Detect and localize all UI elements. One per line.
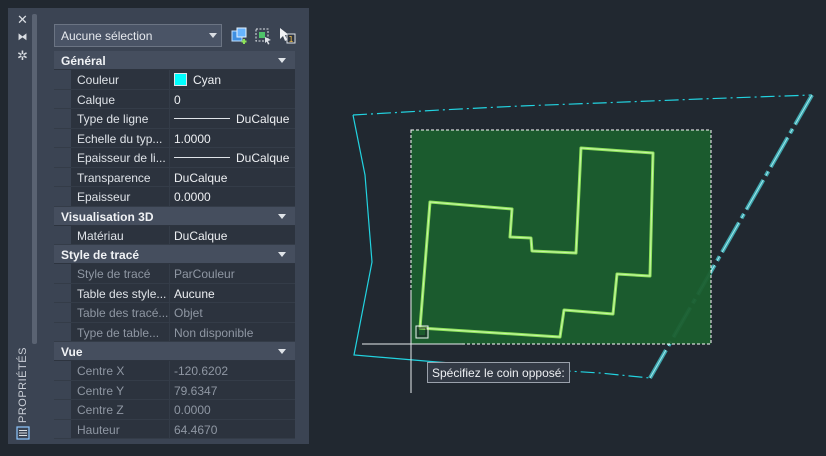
color-swatch [174, 73, 187, 86]
property-value[interactable]: DuCalque [170, 109, 295, 128]
property-label: Hauteur [71, 419, 170, 438]
collapse-icon[interactable] [278, 349, 286, 354]
property-label: Transparence [71, 167, 170, 186]
property-row-materiau[interactable]: Matériau DuCalque [54, 225, 295, 245]
settings-icon[interactable]: ✲ [15, 48, 30, 63]
lineweight-preview [174, 157, 230, 158]
quick-select-icon[interactable] [230, 26, 249, 45]
selection-dropdown-value: Aucune sélection [61, 29, 153, 43]
autohide-icon[interactable]: ⧓ [15, 30, 30, 45]
property-value[interactable]: DuCalque [170, 148, 295, 167]
property-row-centre-x: Centre X -120.6202 [54, 361, 295, 381]
property-label: Epaisseur de li... [71, 148, 170, 167]
color-value: Cyan [193, 73, 222, 87]
pickadd-toggle-icon[interactable]: 1 [278, 26, 297, 45]
collapse-icon[interactable] [278, 213, 286, 219]
select-objects-icon[interactable] [254, 26, 273, 45]
property-row-centre-z: Centre Z 0.0000 [54, 400, 295, 420]
property-row-calque[interactable]: Calque 0 [54, 89, 295, 109]
property-label: Centre Y [71, 380, 170, 399]
category-visualisation-3d[interactable]: Visualisation 3D [54, 206, 295, 226]
property-label: Epaisseur [71, 187, 170, 206]
category-label: Vue [61, 345, 83, 359]
property-value[interactable]: 0 [170, 89, 295, 108]
property-row-centre-y: Centre Y 79.6347 [54, 380, 295, 400]
property-label: Echelle du typ... [71, 128, 170, 147]
category-label: Style de tracé [61, 248, 140, 262]
property-row-transparence[interactable]: Transparence DuCalque [54, 167, 295, 187]
property-value: Objet [170, 303, 295, 322]
property-row-table-des-styles[interactable]: Table des style... Aucune [54, 283, 295, 303]
property-value: 64.4670 [170, 419, 295, 438]
category-label: Visualisation 3D [61, 209, 154, 224]
property-label: Table des tracé... [71, 303, 170, 322]
category-vue[interactable]: Vue [54, 342, 295, 361]
property-row-type-de-table: Type de table... Non disponible [54, 322, 295, 342]
linetype-preview [174, 118, 230, 119]
property-row-style-de-trace: Style de tracé ParCouleur [54, 264, 295, 284]
property-value: 0.0000 [170, 400, 295, 419]
selection-window [410, 129, 712, 345]
property-row-couleur[interactable]: Couleur Cyan [54, 70, 295, 90]
property-value[interactable]: DuCalque [170, 167, 295, 186]
category-label: Général [61, 54, 106, 68]
property-row-type-de-ligne[interactable]: Type de ligne DuCalque [54, 109, 295, 129]
property-row-epaisseur-ligne[interactable]: Epaisseur de li... DuCalque [54, 148, 295, 168]
property-row-table-des-traces: Table des tracé... Objet [54, 303, 295, 323]
property-label: Couleur [71, 70, 170, 89]
property-value: Non disponible [170, 322, 295, 341]
property-value[interactable]: Cyan [170, 70, 295, 89]
property-grid: Général Couleur Cyan Calque 0 Type de li… [54, 51, 295, 444]
category-style-de-trace[interactable]: Style de tracé [54, 245, 295, 264]
collapse-icon[interactable] [278, 252, 286, 257]
properties-palette: Aucune sélection 1 Général Couleur Cyan … [37, 8, 309, 444]
collapse-icon[interactable] [278, 58, 286, 63]
property-label: Matériau [71, 225, 170, 244]
property-value: 79.6347 [170, 380, 295, 399]
property-label: Type de ligne [71, 109, 170, 128]
drawing-canvas[interactable] [320, 0, 826, 456]
property-label: Calque [71, 89, 170, 108]
property-label: Centre Z [71, 400, 170, 419]
property-value[interactable]: Aucune [170, 283, 295, 302]
property-label: Type de table... [71, 322, 170, 341]
parcel-boundary-top[interactable] [352, 94, 813, 116]
property-row-epaisseur[interactable]: Epaisseur 0.0000 [54, 187, 295, 207]
property-label: Table des style... [71, 283, 170, 302]
property-label: Centre X [71, 361, 170, 380]
property-value[interactable]: DuCalque [170, 225, 295, 244]
svg-text:1: 1 [289, 35, 294, 44]
property-value[interactable]: 1.0000 [170, 128, 295, 147]
property-value[interactable]: 0.0000 [170, 187, 295, 206]
property-label: Style de tracé [71, 264, 170, 283]
command-prompt-tooltip: Spécifiez le coin opposé: [427, 362, 570, 383]
property-row-hauteur: Hauteur 64.4670 [54, 419, 295, 439]
lineweight-value: DuCalque [236, 151, 290, 165]
chevron-down-icon [209, 33, 217, 38]
properties-palette-icon[interactable] [16, 426, 30, 440]
palette-title: PROPRIÉTÉS [17, 347, 29, 423]
property-value: -120.6202 [170, 361, 295, 380]
category-general[interactable]: Général [54, 51, 295, 70]
selection-dropdown[interactable]: Aucune sélection [54, 24, 222, 47]
close-icon[interactable]: ✕ [15, 12, 30, 27]
property-value: ParCouleur [170, 264, 295, 283]
property-row-echelle[interactable]: Echelle du typ... 1.0000 [54, 128, 295, 148]
linetype-value: DuCalque [236, 112, 290, 126]
